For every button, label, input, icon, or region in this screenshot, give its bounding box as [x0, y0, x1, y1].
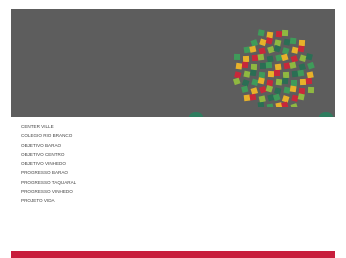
logo-tile [307, 61, 315, 70]
logo-tile [267, 94, 275, 102]
logo-tile [298, 63, 306, 71]
logo-tile [267, 45, 275, 54]
logo-tile [305, 53, 313, 61]
logo-tile [289, 85, 297, 93]
logo-tile [282, 71, 290, 79]
logo-tile [257, 53, 265, 61]
logo-tile [243, 70, 251, 78]
logo-tile [243, 94, 251, 102]
logo-tile [267, 70, 275, 78]
school-link[interactable]: COLEGIO RIO BRANCO [21, 131, 76, 140]
logo-tile [283, 38, 291, 46]
logo-tile [249, 93, 257, 101]
logo-tile [257, 77, 265, 85]
mosaic-logo-icon [233, 29, 315, 111]
school-link[interactable]: OBJETIVO BARAO [21, 141, 76, 150]
logo-tile [305, 77, 313, 85]
logo-tile [281, 95, 290, 103]
logo-tile [291, 46, 299, 54]
logo-tile [258, 71, 266, 79]
logo-tile [282, 47, 290, 55]
logo-tile [249, 69, 257, 77]
logo-tile [290, 55, 299, 63]
school-link[interactable]: CENTER VILLE [21, 122, 76, 131]
logo-tile [289, 37, 297, 45]
logo-tile [307, 86, 315, 94]
logo-tile [234, 71, 242, 79]
logo-tile [258, 47, 266, 55]
logo-tile [291, 70, 299, 78]
logo-tile [298, 39, 306, 47]
logo-tile [250, 87, 259, 95]
decorative-green-shape [189, 112, 203, 117]
logo-tile [281, 77, 289, 85]
banner-bottom-edge [11, 107, 335, 117]
logo-tile [297, 69, 305, 77]
logo-tile [297, 45, 305, 53]
logo-tile [266, 55, 274, 63]
logo-tile [306, 71, 314, 79]
logo-tile [274, 39, 282, 47]
logo-tile [250, 39, 259, 47]
logo-tile [274, 87, 282, 95]
logo-tile [259, 38, 267, 47]
logo-tile [291, 94, 299, 102]
logo-tile [275, 30, 283, 38]
logo-tile [242, 55, 250, 63]
logo-tile [283, 86, 291, 94]
logo-tile [233, 77, 241, 86]
school-link[interactable]: PROGRESSO VINHEDO [21, 187, 76, 196]
header-banner [11, 9, 335, 117]
logo-tile [272, 93, 281, 102]
logo-tile [290, 79, 298, 87]
logo-tile [251, 78, 259, 86]
logo-tile [299, 54, 307, 63]
footer-bar [11, 251, 335, 258]
logo-tile [257, 29, 265, 37]
logo-tile [275, 78, 283, 86]
logo-tile [298, 87, 306, 95]
logo-tile [241, 79, 250, 87]
school-link[interactable]: PROGRESSO BARAO [21, 168, 76, 177]
school-link[interactable]: PROGRESSO TAQUARAL [21, 178, 76, 187]
logo-tile [250, 63, 258, 71]
logo-tile [274, 70, 280, 76]
logo-tile [235, 62, 243, 70]
decorative-green-shape [319, 112, 333, 117]
logo-tile [233, 53, 241, 61]
logo-tile [249, 45, 257, 53]
school-link[interactable]: OBJETIVO VINHEDO [21, 159, 76, 168]
logo-tile [265, 61, 273, 69]
logo-tile [281, 29, 289, 37]
logo-tile [251, 54, 259, 62]
logo-tile [299, 78, 307, 86]
logo-tile [241, 85, 249, 93]
logo-tile [259, 62, 267, 70]
logo-tile [258, 95, 266, 103]
logo-tile [241, 61, 249, 69]
logo-tile [297, 93, 305, 101]
school-link[interactable]: OBJETIVO CENTRO [21, 150, 76, 159]
logo-tile [274, 63, 282, 71]
logo-tile [259, 85, 267, 94]
school-list: CENTER VILLE COLEGIO RIO BRANCO OBJETIVO… [21, 122, 76, 206]
school-link[interactable]: PROJETO VIDA [21, 196, 76, 205]
